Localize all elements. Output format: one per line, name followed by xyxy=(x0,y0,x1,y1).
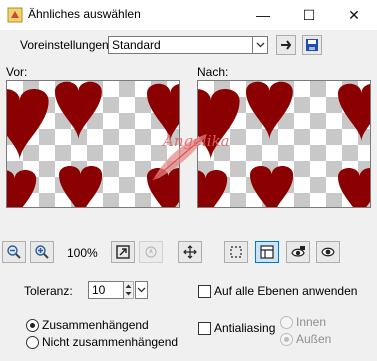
zoom-out-icon xyxy=(7,245,21,259)
tolerance-stepper[interactable] xyxy=(124,281,134,299)
save-icon xyxy=(306,39,318,51)
outside-label[interactable]: Außen xyxy=(296,332,331,346)
before-label: Vor: xyxy=(6,65,28,79)
minimize-icon: — xyxy=(256,7,270,23)
fit-window-icon xyxy=(116,245,130,259)
presets-select[interactable]: Standard xyxy=(108,36,268,54)
all-layers-checkbox[interactable] xyxy=(198,285,211,298)
pan-icon xyxy=(183,245,197,259)
pan-button[interactable] xyxy=(178,241,202,263)
non-contiguous-label[interactable]: Nicht zusammenhängend xyxy=(42,335,178,349)
zoom-in-icon xyxy=(35,245,49,259)
stepper-arrows-icon xyxy=(125,284,132,296)
presets-dropdown-button[interactable] xyxy=(252,36,268,54)
contiguous-radio[interactable] xyxy=(26,319,39,332)
eye-icon xyxy=(321,247,335,257)
fit-window-button[interactable] xyxy=(111,241,135,263)
chevron-down-icon xyxy=(137,287,146,293)
tolerance-label: Toleranz: xyxy=(24,284,73,298)
maximize-icon: ☐ xyxy=(302,6,316,23)
heart-shape xyxy=(338,83,370,142)
contiguous-label[interactable]: Zusammenhängend xyxy=(42,318,149,332)
antialiasing-checkbox[interactable] xyxy=(198,322,211,335)
undo-icon xyxy=(281,40,292,50)
navigate-icon xyxy=(145,246,157,258)
maximize-button[interactable]: ☐ xyxy=(286,0,332,30)
heart-shape xyxy=(7,169,37,207)
heart-shape xyxy=(7,88,49,161)
layout-button[interactable] xyxy=(255,241,279,263)
non-contiguous-radio[interactable] xyxy=(26,336,39,349)
zoom-level: 100% xyxy=(67,246,98,260)
window-title: Ähnliches auswählen xyxy=(28,7,141,21)
layout-icon xyxy=(260,245,274,259)
marquee-button[interactable] xyxy=(224,241,248,263)
inside-label[interactable]: Innen xyxy=(296,315,326,329)
app-icon xyxy=(7,7,23,23)
watermark-text: Angelika xyxy=(163,132,230,150)
selection-marquee-icon xyxy=(230,246,242,258)
chevron-down-icon xyxy=(256,42,264,48)
close-icon: ✕ xyxy=(348,6,360,23)
proof-icon xyxy=(291,246,305,257)
heart-shape xyxy=(338,167,370,207)
zoom-out-button[interactable] xyxy=(2,241,26,263)
heart-shape xyxy=(59,165,103,207)
tolerance-value: 10 xyxy=(92,283,106,297)
antialiasing-label[interactable]: Antialiasing xyxy=(214,321,275,335)
presets-label: Voreinstellungen: xyxy=(20,38,113,52)
save-preset-button[interactable] xyxy=(302,35,322,55)
heart-shape xyxy=(55,81,102,140)
navigate-button[interactable] xyxy=(139,241,163,263)
tolerance-slider-dropdown[interactable] xyxy=(135,281,148,299)
heart-shape xyxy=(250,165,294,207)
outside-radio[interactable] xyxy=(280,333,293,346)
all-layers-label[interactable]: Auf alle Ebenen anwenden xyxy=(214,284,357,298)
inside-radio[interactable] xyxy=(280,316,293,329)
presets-value: Standard xyxy=(112,38,161,52)
eye-button[interactable] xyxy=(316,241,340,263)
close-button[interactable]: ✕ xyxy=(331,0,377,30)
proof-button[interactable] xyxy=(286,241,310,263)
zoom-in-button[interactable] xyxy=(30,241,54,263)
tolerance-input[interactable]: 10 xyxy=(88,281,124,299)
minimize-button[interactable]: — xyxy=(240,0,286,30)
load-preset-button[interactable] xyxy=(276,35,296,55)
heart-shape xyxy=(246,81,293,140)
after-label: Nach: xyxy=(197,65,229,79)
